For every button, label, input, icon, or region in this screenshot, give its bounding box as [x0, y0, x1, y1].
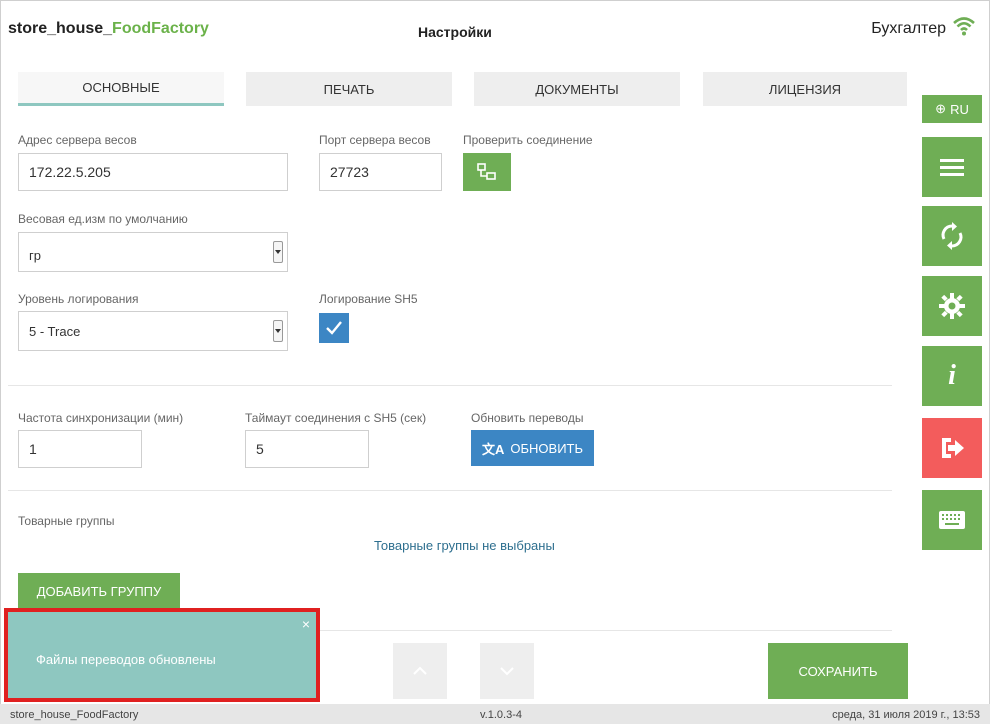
sh5-timeout-label: Таймаут соединения с SH5 (сек): [245, 411, 427, 425]
chevron-down-icon: [500, 667, 514, 676]
footer-datetime: среда, 31 июля 2019 г., 13:53: [832, 709, 980, 721]
tab-print[interactable]: ПЕЧАТЬ: [246, 72, 452, 106]
keyboard-icon: [939, 511, 965, 529]
language-button[interactable]: ⊕ RU: [922, 95, 982, 123]
wifi-icon: [953, 17, 975, 36]
check-icon: [326, 321, 342, 335]
scale-server-port-input[interactable]: 27723: [319, 153, 442, 191]
sync-icon: [941, 222, 963, 250]
check-connection-button[interactable]: [463, 153, 511, 191]
chevron-down-icon: [273, 320, 283, 342]
logout-icon: [942, 438, 964, 458]
keyboard-button[interactable]: [922, 490, 982, 550]
check-connection-label: Проверить соединение: [463, 133, 593, 147]
scale-server-address-label: Адрес сервера весов: [18, 133, 137, 147]
close-icon[interactable]: ×: [302, 616, 310, 632]
scale-server-port-label: Порт сервера весов: [319, 133, 431, 147]
network-icon: [477, 163, 496, 180]
section-divider: [8, 385, 892, 386]
log-level-select[interactable]: 5 - Trace: [18, 311, 288, 351]
scroll-up-button[interactable]: [393, 643, 447, 699]
section-divider: [8, 490, 892, 491]
log-level-label: Уровень логирования: [18, 292, 139, 306]
sync-frequency-label: Частота синхронизации (мин): [18, 411, 184, 425]
tab-license[interactable]: ЛИЦЕНЗИЯ: [703, 72, 907, 106]
chevron-down-icon: [273, 241, 283, 263]
logout-button[interactable]: [922, 418, 982, 478]
user-name[interactable]: Бухгалтер: [871, 20, 946, 38]
product-groups-label: Товарные группы: [18, 514, 115, 528]
status-bar: store_house_FoodFactory v.1.0.3-4 среда,…: [0, 704, 990, 724]
gear-icon: [939, 293, 965, 319]
globe-icon: ⊕: [935, 101, 947, 116]
brand-prefix: store_house_: [8, 20, 113, 37]
menu-icon: [940, 159, 964, 176]
settings-button[interactable]: [922, 276, 982, 336]
update-translations-button[interactable]: 文A ОБНОВИТЬ: [471, 430, 594, 466]
footer-version: v.1.0.3-4: [480, 709, 522, 721]
brand-title: store_house_FoodFactory: [8, 20, 209, 38]
toast-notification: × Файлы переводов обновлены: [4, 608, 320, 702]
add-group-button[interactable]: ДОБАВИТЬ ГРУППУ: [18, 573, 180, 609]
sh5-logging-checkbox[interactable]: [319, 313, 349, 343]
sh5-logging-label: Логирование SH5: [319, 292, 418, 306]
product-groups-empty-text: Товарные группы не выбраны: [374, 538, 555, 553]
language-label: RU: [950, 101, 969, 117]
update-translations-label: Обновить переводы: [471, 411, 584, 425]
save-button[interactable]: СОХРАНИТЬ: [768, 643, 908, 699]
toast-message: Файлы переводов обновлены: [36, 652, 216, 667]
translate-icon: 文A: [481, 441, 505, 457]
sync-frequency-input[interactable]: 1: [18, 430, 142, 468]
info-button[interactable]: i: [922, 346, 982, 406]
brand-suffix: FoodFactory: [112, 20, 209, 37]
page-title: Настройки: [418, 24, 492, 40]
update-button-label: ОБНОВИТЬ: [510, 440, 584, 456]
log-level-value: 5 - Trace: [29, 323, 81, 339]
default-unit-label: Весовая ед.изм по умолчанию: [18, 212, 188, 226]
menu-button[interactable]: [922, 137, 982, 197]
info-icon: i: [948, 360, 956, 391]
default-unit-value: гр: [29, 247, 41, 263]
footer-app-name: store_house_FoodFactory: [10, 709, 139, 721]
scale-server-address-input[interactable]: 172.22.5.205: [18, 153, 288, 191]
sync-button[interactable]: [922, 206, 982, 266]
tab-documents[interactable]: ДОКУМЕНТЫ: [474, 72, 680, 106]
tab-main[interactable]: ОСНОВНЫЕ: [18, 72, 224, 106]
chevron-up-icon: [413, 666, 427, 675]
default-unit-select[interactable]: гр: [18, 232, 288, 272]
scroll-down-button[interactable]: [480, 643, 534, 699]
sh5-timeout-input[interactable]: 5: [245, 430, 369, 468]
